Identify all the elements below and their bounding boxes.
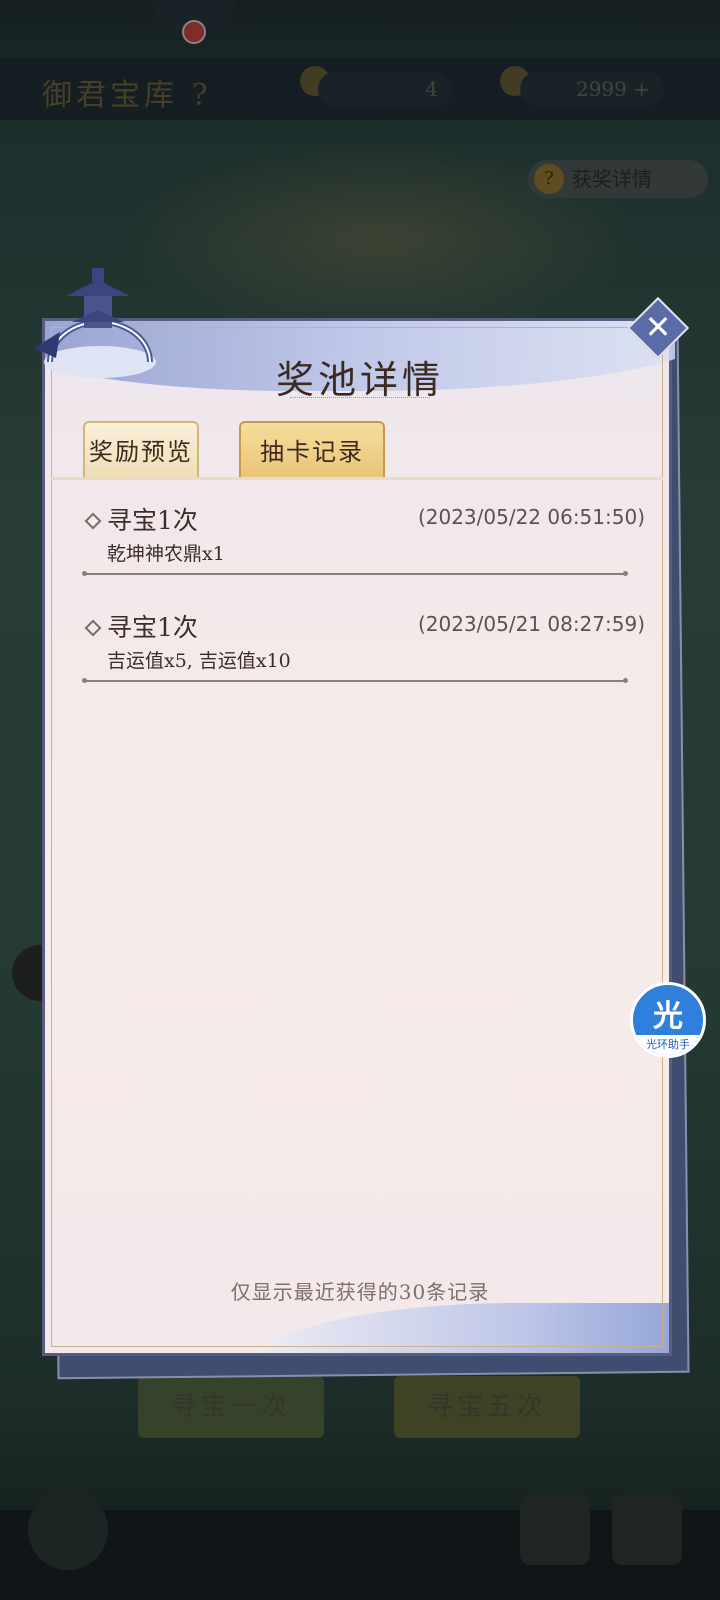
diamond-bullet-icon — [84, 512, 102, 530]
record-items: 吉运值x5, 吉运值x10 — [107, 650, 291, 672]
record-time: (2023/05/22 06:51:50) — [417, 505, 645, 529]
title-ornament — [290, 397, 430, 402]
pagoda-ornament-icon — [34, 268, 156, 378]
tab-underline — [51, 477, 663, 480]
record-divider — [82, 571, 628, 576]
record-title: 寻宝1次 — [107, 613, 198, 642]
record-time: (2023/05/21 08:27:59) — [417, 612, 645, 636]
record-title: 寻宝1次 — [107, 506, 198, 535]
floating-assistant-button[interactable]: 光 光环助手 — [630, 982, 706, 1058]
record-item: 寻宝1次 (2023/05/22 06:51:50) 乾坤神农鼎x1 — [45, 491, 675, 591]
footer-note: 仅显示最近获得的30条记录 — [230, 1280, 490, 1304]
assistant-label: 光环助手 — [633, 1035, 703, 1055]
close-icon[interactable]: ✕ — [636, 306, 680, 350]
tab-reward-preview[interactable]: 奖励预览 — [83, 421, 199, 479]
prize-pool-modal: 奖池详情 奖励预览 抽卡记录 寻宝1次 (2023/05/22 06:51:50… — [42, 318, 675, 1356]
diamond-bullet-icon — [84, 619, 102, 637]
tab-draw-records[interactable]: 抽卡记录 — [239, 421, 385, 479]
record-item: 寻宝1次 (2023/05/21 08:27:59) 吉运值x5, 吉运值x10 — [45, 598, 675, 698]
record-items: 乾坤神农鼎x1 — [107, 543, 225, 565]
assistant-glyph: 光 — [653, 999, 683, 1034]
record-divider — [82, 678, 628, 683]
